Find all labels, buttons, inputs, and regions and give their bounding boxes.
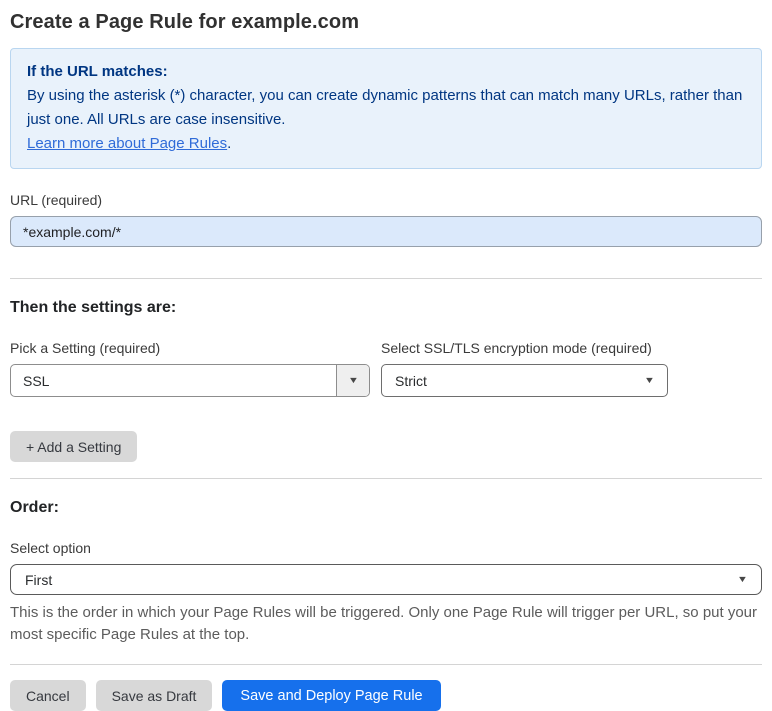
url-match-info-box: If the URL matches: By using the asteris…	[10, 48, 762, 169]
settings-row: Pick a Setting (required) SSL ▼ Select S…	[10, 317, 762, 397]
add-setting-button[interactable]: + Add a Setting	[10, 431, 138, 462]
section-divider	[10, 664, 762, 665]
order-help-text: This is the order in which your Page Rul…	[10, 604, 758, 643]
section-divider	[10, 478, 762, 479]
ssl-mode-value: Strict	[395, 372, 427, 389]
create-page-rule-form: Create a Page Rule for example.com If th…	[0, 0, 772, 711]
order-section-heading: Order:	[10, 499, 59, 516]
ssl-mode-label: Select SSL/TLS encryption mode (required…	[381, 340, 652, 356]
ssl-mode-column: Select SSL/TLS encryption mode (required…	[381, 317, 668, 397]
chevron-down-icon: ▼	[643, 375, 656, 385]
save-and-deploy-button[interactable]: Save and Deploy Page Rule	[222, 680, 441, 711]
section-divider	[10, 278, 762, 279]
url-input[interactable]	[10, 216, 762, 247]
footer-actions: Cancel Save as Draft Save and Deploy Pag…	[10, 680, 762, 711]
chevron-down-icon: ▼	[736, 574, 749, 584]
setting-picker-column: Pick a Setting (required) SSL ▼	[10, 317, 370, 397]
ssl-mode-select[interactable]: Strict ▼	[381, 364, 668, 397]
setting-picker-arrow-segment[interactable]: ▼	[336, 365, 369, 396]
cancel-button[interactable]: Cancel	[10, 680, 86, 711]
order-select-label: Select option	[10, 540, 91, 556]
url-field-label: URL (required)	[10, 192, 103, 208]
info-box-heading: If the URL matches:	[27, 63, 168, 80]
order-select-value: First	[25, 571, 53, 588]
setting-picker-label: Pick a Setting (required)	[10, 340, 161, 356]
settings-section-heading: Then the settings are:	[10, 299, 177, 316]
chevron-down-icon: ▼	[347, 375, 359, 385]
page-title: Create a Page Rule for example.com	[10, 11, 360, 33]
info-box-link-line: Learn more about Page Rules.	[27, 132, 745, 156]
setting-picker-select[interactable]: SSL ▼	[10, 364, 370, 397]
order-select[interactable]: First ▼	[10, 564, 762, 595]
info-box-body: By using the asterisk (*) character, you…	[27, 87, 743, 128]
setting-picker-value: SSL	[23, 372, 50, 389]
link-suffix: .	[227, 135, 232, 152]
save-as-draft-button[interactable]: Save as Draft	[95, 680, 213, 711]
learn-more-link[interactable]: Learn more about Page Rules	[27, 135, 227, 152]
